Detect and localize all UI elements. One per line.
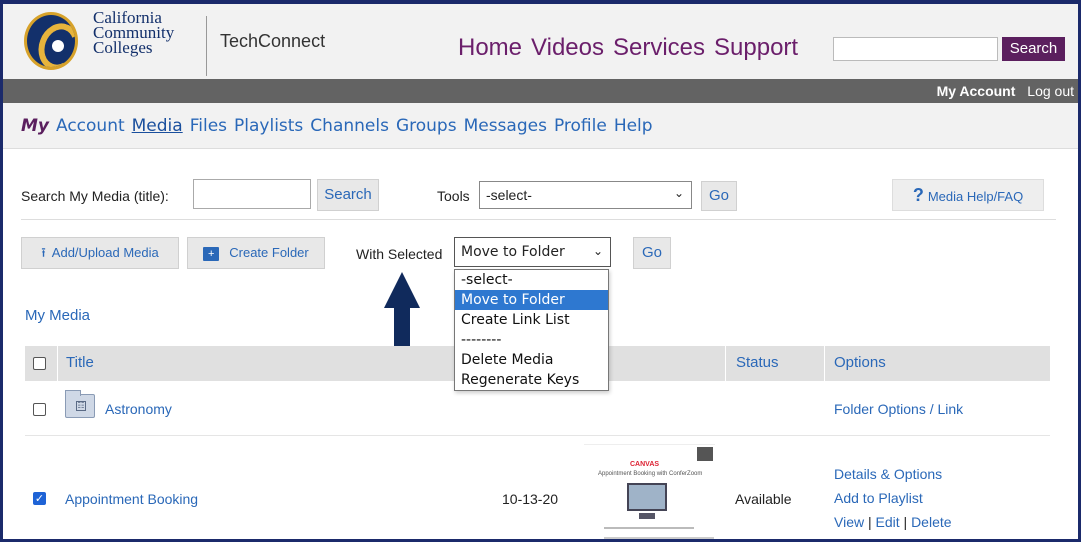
my-media-search-input[interactable] <box>193 179 311 209</box>
logout-link[interactable]: Log out <box>1027 83 1074 99</box>
view-link[interactable]: View <box>834 514 864 530</box>
top-nav: Home Videos Services Support <box>458 34 798 62</box>
annotation-arrow-head <box>384 272 420 308</box>
row-checkbox-checked[interactable]: ✓ <box>33 492 46 505</box>
with-selected-dropdown: -select- Move to Folder Create Link List… <box>454 269 609 391</box>
action-toolbar: ⭱ Add/Upload Media + Create Folder With Se… <box>21 234 1056 274</box>
college-seal-logo[interactable] <box>24 12 78 70</box>
thumbnail-brand-text: CANVAS <box>630 461 660 468</box>
media-date: 10-13-20 <box>502 491 559 507</box>
media-thumbnail[interactable]: CANVAS Appointment Booking with ConferZo… <box>584 444 715 539</box>
dropdown-option[interactable]: Create Link List <box>455 310 608 330</box>
tools-label: Tools <box>437 188 470 204</box>
dropdown-option[interactable]: Delete Media <box>455 350 608 370</box>
logo-text[interactable]: California Community Colleges <box>93 9 174 57</box>
details-options-link[interactable]: Details & Options <box>834 466 942 482</box>
help-icon: ? <box>912 185 924 205</box>
media-actions: View | Edit | Delete <box>834 514 952 530</box>
my-account-link[interactable]: My Account <box>937 83 1016 99</box>
my-media-heading[interactable]: My Media <box>25 307 90 324</box>
search-toolbar: Search My Media (title): Search Tools -s… <box>21 176 1056 220</box>
with-selected-go-button[interactable]: Go <box>633 237 671 269</box>
nav-support[interactable]: Support <box>714 34 798 62</box>
with-selected-label: With Selected <box>356 246 443 262</box>
dropdown-separator: -------- <box>461 332 502 348</box>
thumbnail-title-text: Appointment Booking with ConferZoom <box>598 471 703 477</box>
tab-media[interactable]: Media <box>132 116 183 136</box>
folder-title-link[interactable]: Astronomy <box>105 401 172 417</box>
table-row: ✓ Appointment Booking 10-13-20 CANVAS Ap… <box>25 436 1050 539</box>
search-my-media-label: Search My Media (title): <box>21 188 169 204</box>
media-help-label: Media Help/FAQ <box>927 189 1024 204</box>
create-folder-button[interactable]: + Create Folder <box>187 237 325 269</box>
column-status[interactable]: Status <box>736 354 779 371</box>
tab-profile[interactable]: Profile <box>554 116 607 136</box>
upload-icon: ⭱ <box>41 245 46 260</box>
monitor-icon <box>627 483 667 511</box>
tab-account[interactable]: Account <box>56 116 125 136</box>
site-header: California Community Colleges TechConnec… <box>3 4 1078 79</box>
dropdown-option[interactable]: -select- <box>455 270 608 290</box>
my-media-search-button[interactable]: Search <box>317 179 379 211</box>
with-selected-select[interactable]: Move to Folder ⌄ <box>454 237 611 267</box>
column-options: Options <box>834 354 886 371</box>
tools-selected-value: -select- <box>486 187 532 203</box>
tab-playlists[interactable]: Playlists <box>234 116 303 136</box>
add-to-playlist-link[interactable]: Add to Playlist <box>834 490 923 506</box>
media-title-link[interactable]: Appointment Booking <box>65 491 198 507</box>
nav-videos[interactable]: Videos <box>531 34 604 62</box>
select-all-checkbox[interactable] <box>33 357 46 370</box>
chevron-down-icon: ⌄ <box>673 186 684 200</box>
delete-link[interactable]: Delete <box>911 514 951 530</box>
tab-channels[interactable]: Channels <box>310 116 389 136</box>
folder-options-link[interactable]: Folder Options / Link <box>834 401 963 417</box>
my-nav-bar: My Account Media Files Playlists Channel… <box>3 103 1078 149</box>
row-checkbox[interactable] <box>33 403 46 416</box>
nav-services[interactable]: Services <box>613 34 705 62</box>
create-folder-label: Create Folder <box>229 245 309 260</box>
edit-link[interactable]: Edit <box>876 514 900 530</box>
my-label: My <box>21 116 49 136</box>
site-search-input[interactable] <box>833 37 998 61</box>
logo-line: Colleges <box>93 38 153 57</box>
site-search-button[interactable]: Search <box>1002 37 1065 61</box>
media-help-button[interactable]: ? Media Help/FAQ <box>892 179 1044 211</box>
media-status: Available <box>735 491 792 507</box>
nav-home[interactable]: Home <box>458 34 522 62</box>
presenter-video-icon <box>697 447 713 461</box>
tab-groups[interactable]: Groups <box>396 116 457 136</box>
app-frame: California Community Colleges TechConnec… <box>0 0 1081 542</box>
tab-messages[interactable]: Messages <box>464 116 547 136</box>
folder-plus-icon: + <box>203 247 220 261</box>
dropdown-option[interactable]: Regenerate Keys <box>455 370 608 390</box>
add-upload-media-button[interactable]: ⭱ Add/Upload Media <box>21 237 179 269</box>
tab-files[interactable]: Files <box>190 116 227 136</box>
chevron-down-icon: ⌄ <box>592 244 603 258</box>
logo-divider <box>206 16 207 76</box>
column-title[interactable]: Title <box>66 354 94 371</box>
add-upload-label: Add/Upload Media <box>51 245 159 260</box>
brand-name[interactable]: TechConnect <box>220 31 325 52</box>
with-selected-value: Move to Folder <box>461 244 565 260</box>
tab-help[interactable]: Help <box>614 116 653 136</box>
dropdown-option-selected[interactable]: Move to Folder <box>455 290 608 310</box>
account-bar: My Account Log out <box>3 79 1078 103</box>
folder-icon[interactable]: ☷ <box>65 390 95 418</box>
tools-select[interactable]: -select- ⌄ <box>479 181 692 209</box>
tools-go-button[interactable]: Go <box>701 181 737 211</box>
